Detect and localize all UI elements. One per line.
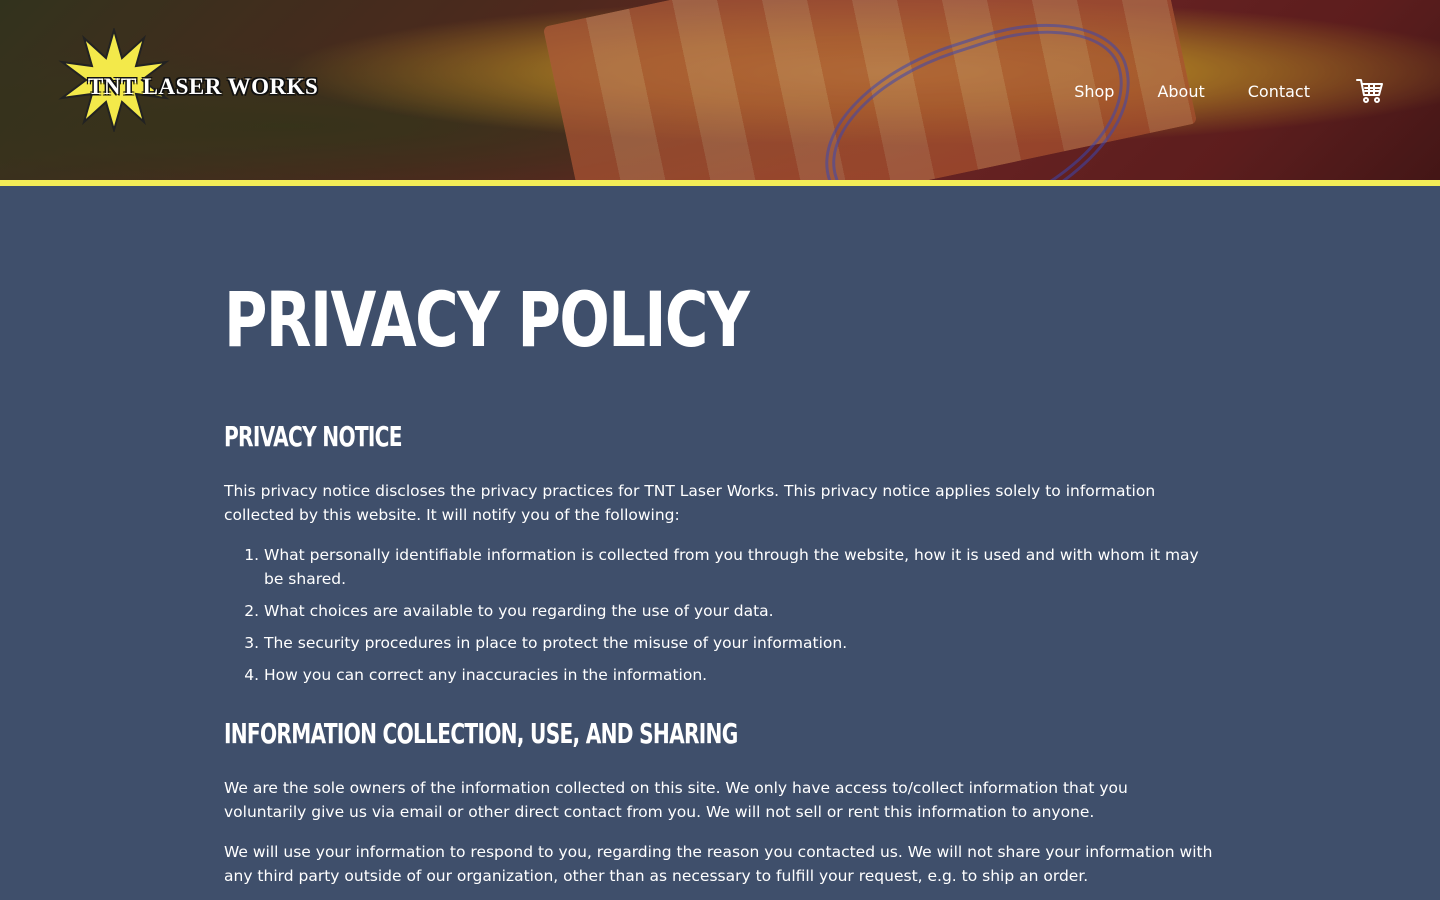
section-heading-privacy-notice: PRIVACY NOTICE [224, 420, 403, 453]
nav-about-link[interactable]: About [1157, 82, 1204, 101]
site-header: TNT LASER WORKS Shop About Contact [0, 0, 1440, 180]
page-title: PRIVACY POLICY [224, 275, 750, 364]
logo-text: TNT LASER WORKS [88, 74, 319, 99]
nav-shop-link[interactable]: Shop [1074, 82, 1114, 101]
section-heading-information-collection: INFORMATION COLLECTION, USE, AND SHARING [224, 717, 738, 750]
list-item: What personally identifiable information… [264, 543, 1214, 591]
list-item: What choices are available to you regard… [264, 599, 1214, 623]
main-content: PRIVACY POLICY PRIVACY NOTICE This priva… [224, 186, 1214, 888]
list-item: The security procedures in place to prot… [264, 631, 1214, 655]
privacy-notice-list: What personally identifiable information… [224, 543, 1214, 687]
list-item: How you can correct any inaccuracies in … [264, 663, 1214, 687]
main-nav: Shop About Contact [1031, 78, 1384, 104]
privacy-notice-intro: This privacy notice discloses the privac… [224, 482, 1156, 524]
shopping-cart-icon[interactable] [1356, 78, 1384, 104]
information-use-paragraph: We will use your information to respond … [224, 843, 1213, 885]
nav-contact-link[interactable]: Contact [1248, 82, 1310, 101]
information-collection-paragraph: We are the sole owners of the informatio… [224, 779, 1128, 821]
site-logo[interactable]: TNT LASER WORKS [58, 28, 328, 132]
